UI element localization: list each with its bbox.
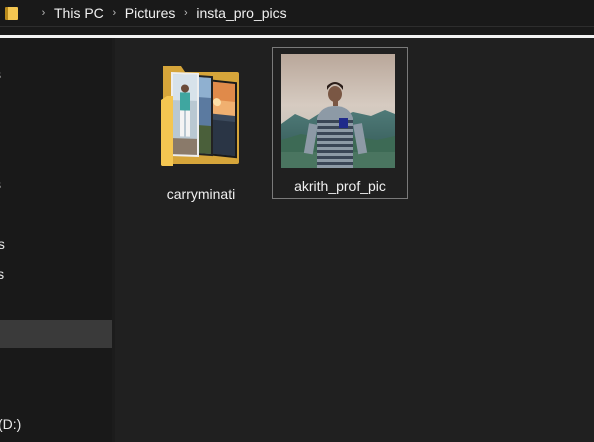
chevron-right-icon[interactable]: › [175,0,196,27]
breadcrumb-pictures[interactable]: Pictures [125,0,176,27]
nav-item-label: s [0,171,1,197]
image-file-item[interactable]: akrith_prof_pic [272,47,408,199]
nav-item-drive-d[interactable]: (D:) [0,411,112,437]
image-file-name: akrith_prof_pic [294,178,386,194]
file-view[interactable]: carryminati akrith_prof_pic [115,38,594,442]
breadcrumb-current-folder[interactable]: insta_pro_pics [196,0,286,27]
nav-item-label: s [0,61,1,87]
folder-name: carryminati [166,186,236,202]
chevron-right-icon[interactable]: › [104,0,125,27]
folder-icon [5,5,19,21]
folder-item[interactable]: carryminati [133,48,269,202]
nav-item[interactable]: ls [0,261,112,287]
folder-with-photos-icon [161,66,239,166]
chevron-right-icon[interactable]: › [33,0,54,27]
nav-item[interactable]: ts [0,231,112,257]
nav-item-label: ts [0,236,5,252]
nav-item-label: ls [0,266,5,282]
navigation-pane: s s ts ls (D:) [0,38,112,442]
nav-item-selected[interactable] [0,320,112,348]
nav-item[interactable]: s [0,61,112,87]
breadcrumb-this-pc[interactable]: This PC [54,0,104,27]
nav-item-label: (D:) [0,416,22,432]
photo-thumbnail [281,54,395,168]
nav-item[interactable]: s [0,171,112,197]
address-bar[interactable]: › This PC › Pictures › insta_pro_pics [0,0,594,27]
